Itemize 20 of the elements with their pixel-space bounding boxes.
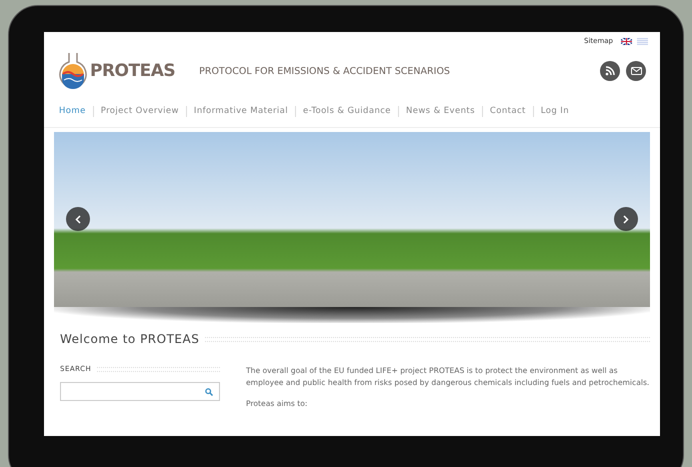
flag-icon[interactable]	[621, 38, 632, 44]
search-icon	[205, 388, 213, 396]
chevron-right-icon	[623, 214, 629, 224]
chevron-left-icon	[75, 214, 81, 224]
email-button[interactable]	[626, 61, 646, 81]
nav-link[interactable]: Contact	[490, 106, 526, 116]
flask-logo-icon	[58, 52, 88, 90]
nav-link[interactable]: Log In	[540, 106, 569, 116]
page-heading: Welcome to PROTEAS	[60, 332, 200, 346]
site-tagline: PROTOCOL FOR EMISSIONS & ACCIDENT SCENARIOS	[199, 66, 451, 76]
nav-link[interactable]: Informative Material	[194, 106, 288, 116]
search-field[interactable]	[60, 382, 220, 401]
nav-link[interactable]: e-Tools & Guidance	[303, 106, 391, 116]
nav-link[interactable]: News & Events	[406, 106, 475, 116]
envelope-icon	[630, 67, 642, 75]
site-logo[interactable]: PROTEAS	[90, 61, 176, 81]
nav-link[interactable]: Home	[59, 106, 86, 116]
rss-icon	[605, 66, 615, 76]
rss-button[interactable]	[600, 61, 620, 81]
nav-link[interactable]: Project Overview	[100, 106, 179, 116]
